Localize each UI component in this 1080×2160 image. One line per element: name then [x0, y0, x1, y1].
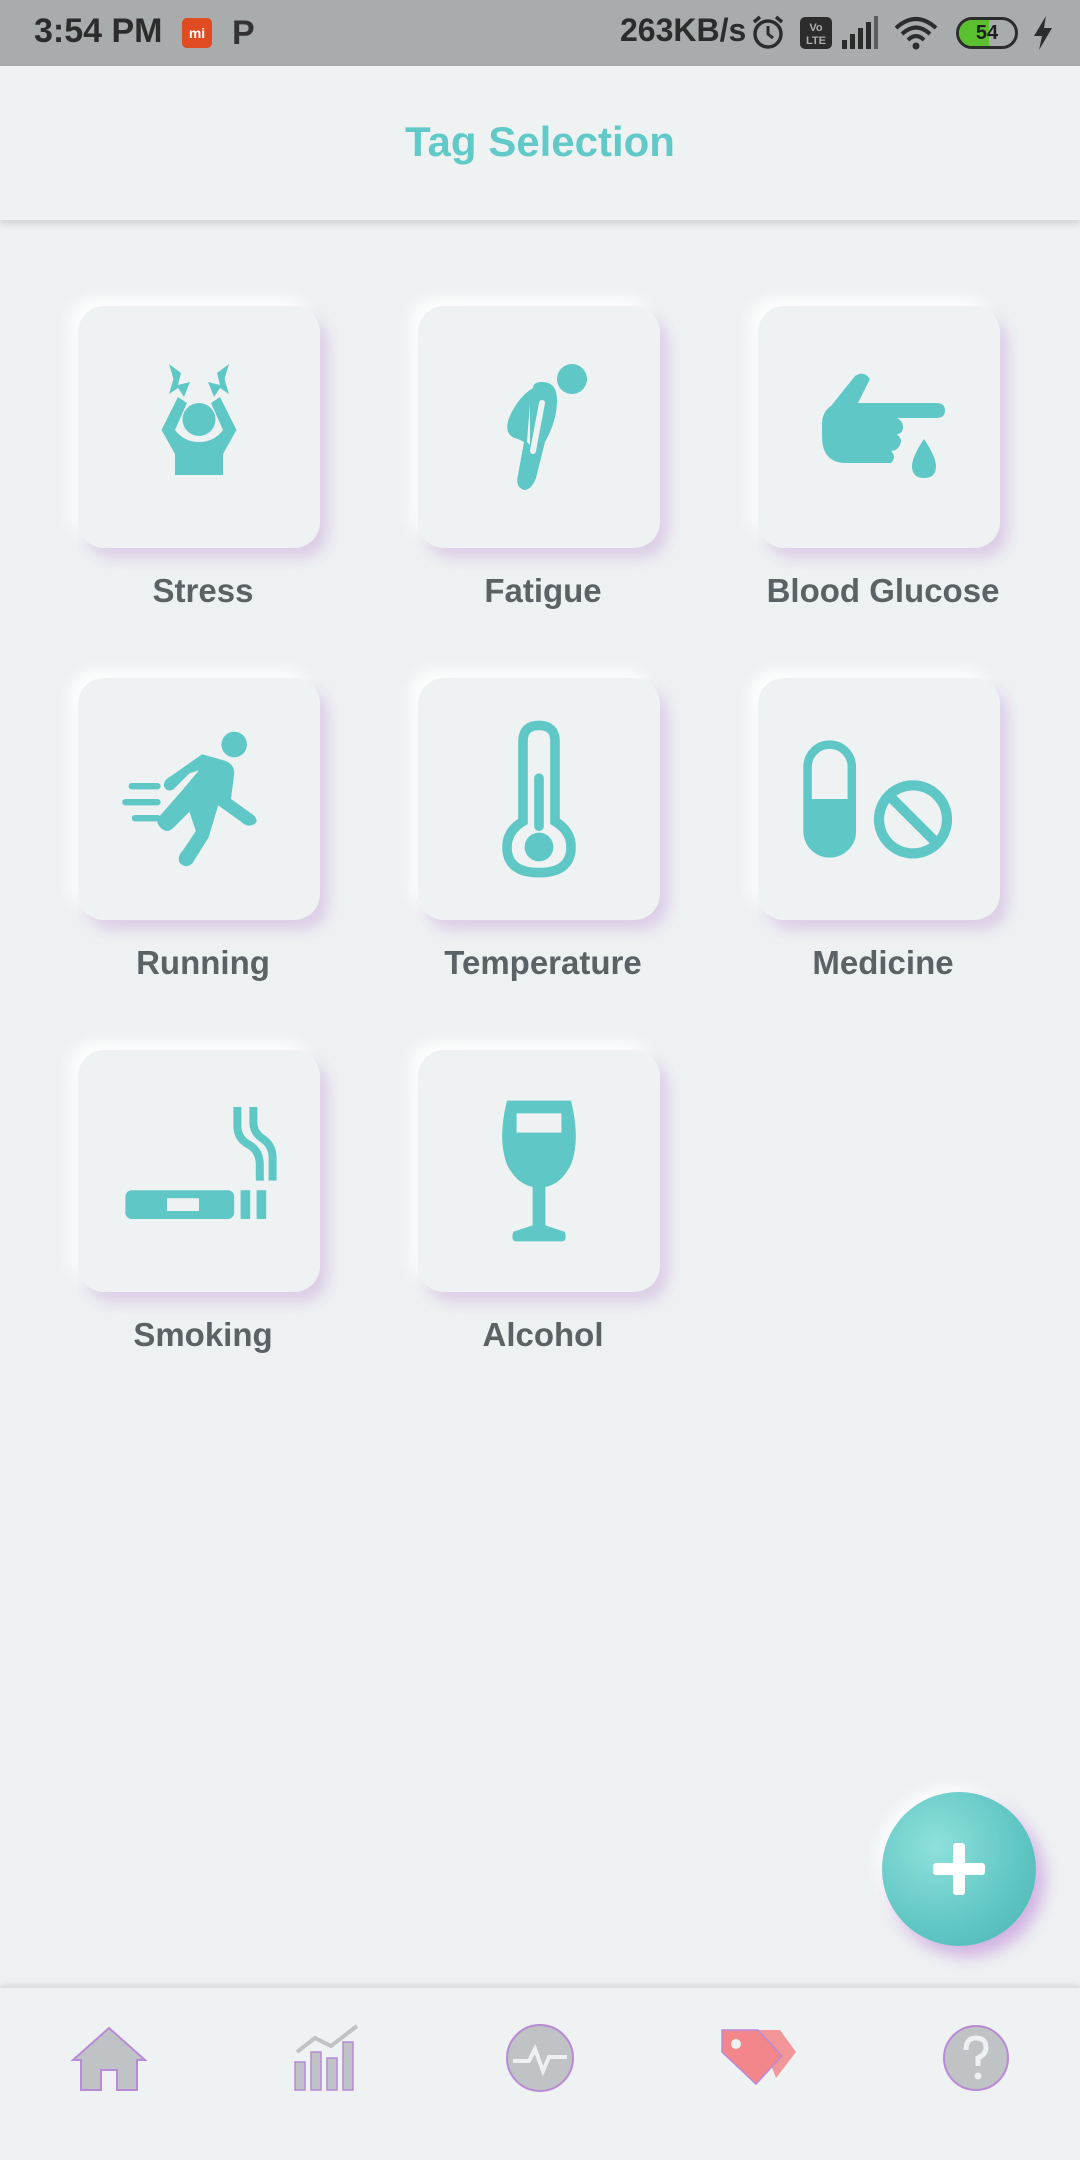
battery-level: 54: [975, 22, 999, 44]
tag-label: Smoking: [133, 1316, 273, 1353]
tag-smoking[interactable]: Smoking: [78, 1050, 328, 1353]
volte-icon: Vo LTE: [800, 17, 832, 49]
heartbeat-icon: [506, 2024, 574, 2092]
stress-icon: [161, 364, 237, 475]
home-icon: [70, 2026, 148, 2091]
smoking-icon: [125, 1107, 277, 1219]
medicine-icon: [803, 740, 953, 859]
tag-label: Fatigue: [484, 572, 602, 609]
add-tag-button[interactable]: [882, 1792, 1036, 1946]
app-header: Tag Selection: [0, 66, 1080, 220]
tag-label: Temperature: [444, 944, 642, 981]
tag-label: Alcohol: [482, 1316, 604, 1353]
tag-running[interactable]: Running: [78, 678, 328, 981]
alarm-icon: [752, 15, 784, 49]
nav-statistics[interactable]: [288, 2018, 368, 2098]
network-speed: 263KB/s: [620, 12, 747, 48]
tag-label: Running: [136, 944, 270, 981]
nav-tags[interactable]: [718, 2018, 798, 2098]
wine-glass-icon: [502, 1100, 576, 1242]
tag-label: Blood Glucose: [766, 572, 1000, 609]
tag-alcohol[interactable]: Alcohol: [418, 1050, 668, 1353]
tag-medicine[interactable]: Medicine: [758, 678, 1008, 981]
status-bar: 3:54 PM mi P 263KB/s Vo LTE 54: [0, 0, 1080, 66]
p-icon: P: [232, 14, 255, 52]
bottom-navigation: [0, 1988, 1080, 2160]
tag-label: Stress: [152, 572, 254, 609]
help-icon: [943, 2025, 1009, 2091]
blood-glucose-icon: [822, 373, 945, 478]
plus-icon: [933, 1843, 985, 1895]
chart-icon: [294, 2024, 359, 2091]
page-title: Tag Selection: [405, 118, 675, 165]
mi-icon: mi: [182, 18, 212, 48]
fatigue-icon: [507, 364, 587, 490]
battery-icon: 54: [956, 17, 1018, 49]
running-icon: [122, 731, 257, 867]
tags-icon: [721, 2029, 796, 2086]
tag-label: Medicine: [812, 944, 954, 981]
tag-blood-glucose[interactable]: Blood Glucose: [758, 306, 1008, 609]
signal-icon: [842, 16, 878, 49]
thermometer-icon: [502, 720, 576, 878]
nav-help[interactable]: [936, 2018, 1016, 2098]
wifi-icon: [894, 17, 938, 50]
charging-icon: [1034, 16, 1052, 50]
tag-fatigue[interactable]: Fatigue: [418, 306, 668, 609]
tag-temperature[interactable]: Temperature: [418, 678, 668, 981]
status-time: 3:54 PM: [34, 12, 163, 50]
nav-health[interactable]: [500, 2018, 580, 2098]
svg-text:Vo: Vo: [809, 22, 823, 34]
tag-stress[interactable]: Stress: [78, 306, 328, 609]
nav-home[interactable]: [69, 2018, 149, 2098]
svg-text:LTE: LTE: [806, 35, 826, 47]
